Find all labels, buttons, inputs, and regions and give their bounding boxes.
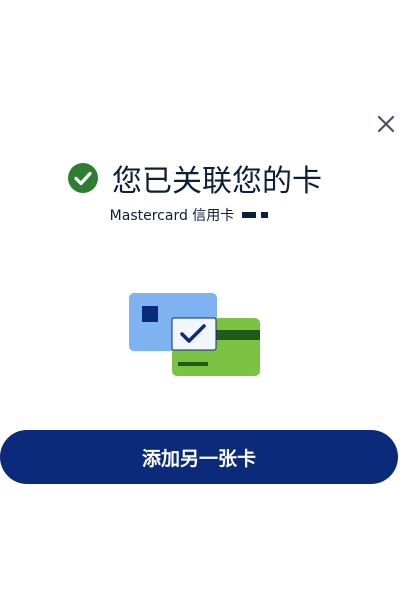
signature-line: [178, 362, 208, 366]
linked-cards-illustration: [129, 293, 260, 376]
page-title: 您已关联您的卡: [112, 164, 322, 199]
card-brand-label: Mastercard 信用卡: [109, 208, 235, 224]
check-circle-icon: [68, 163, 98, 193]
close-button[interactable]: [372, 110, 400, 138]
masked-card-number: [242, 212, 269, 218]
add-another-card-button[interactable]: 添加另一张卡: [0, 430, 398, 484]
close-icon: [377, 115, 395, 133]
card-chip: [142, 306, 158, 322]
mask-dot: [261, 212, 269, 218]
card-info: Mastercard 信用卡: [0, 204, 400, 226]
mask-dash: [242, 212, 257, 218]
success-title-row: 您已关联您的卡: [0, 154, 400, 202]
